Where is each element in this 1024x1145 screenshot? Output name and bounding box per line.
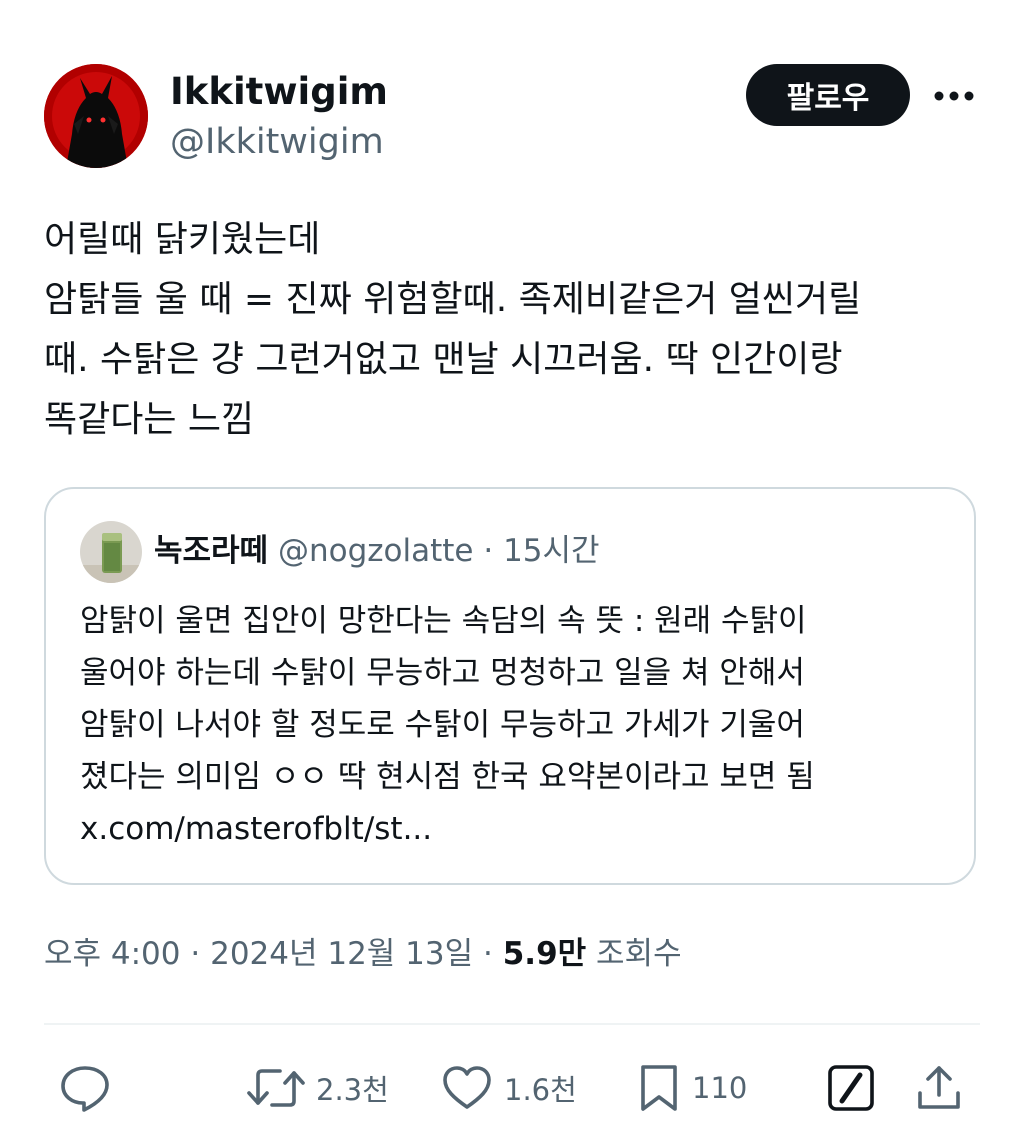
quoted-line: 졌다는 의미임 ㅇㅇ 딱 현시점 한국 요약본이라고 보면 됨 — [80, 759, 815, 795]
share-icon — [918, 1066, 960, 1109]
author-display-name[interactable]: Ikkitwigim — [170, 70, 388, 114]
tweet-line: 똑같다는 느낌 — [44, 399, 255, 440]
meta-separator: · — [483, 936, 493, 972]
views-count: 5.9만 — [502, 936, 587, 972]
retweet-button[interactable]: 2.3천 — [246, 1060, 389, 1116]
more-button[interactable] — [930, 80, 978, 112]
quoted-tweet-card[interactable]: 녹조라떼 @nogzolatte · 15시간 암탉이 울면 집안이 망한다는 … — [44, 487, 976, 885]
like-count: 1.6천 — [504, 1073, 577, 1107]
tweet-date[interactable]: 2024년 12월 13일 — [210, 936, 473, 972]
reply-icon — [61, 1066, 109, 1112]
share-button[interactable] — [914, 1060, 964, 1116]
quoted-separator: · — [483, 533, 494, 569]
avatar-image — [44, 64, 148, 168]
quoted-author-name[interactable]: 녹조라떼 — [154, 533, 268, 569]
author-handle[interactable]: @Ikkitwigim — [170, 120, 384, 164]
tweet-meta: 오후 4:00 · 2024년 12월 13일 · 5.9만 조회수 — [44, 932, 682, 976]
quoted-line: 울어야 하는데 수탉이 무능하고 멍청하고 일을 쳐 안해서 — [80, 655, 805, 691]
follow-button[interactable]: 팔로우 — [746, 64, 910, 126]
tweet-time[interactable]: 오후 4:00 — [44, 936, 181, 972]
quoted-author-handle[interactable]: @nogzolatte — [278, 533, 474, 569]
meta-separator: · — [190, 936, 201, 972]
author-avatar[interactable] — [44, 64, 148, 168]
views-label: 조회수 — [596, 936, 682, 972]
bookmark-count: 110 — [692, 1071, 748, 1105]
retweet-icon — [247, 1069, 305, 1107]
quoted-tweet-header: 녹조라떼 @nogzolatte · 15시간 — [154, 531, 600, 571]
tweet-line: 어릴때 닭키웠는데 — [44, 219, 321, 260]
grok-icon — [828, 1065, 874, 1111]
tweet-text: 어릴때 닭키웠는데 암탉들 울 때 = 진짜 위험할때. 족제비같은거 얼씬거릴… — [44, 210, 984, 450]
bookmark-icon — [641, 1065, 677, 1111]
quoted-line: 암탉이 울면 집안이 망한다는 속담의 속 뜻 : 원래 수탉이 — [80, 603, 807, 639]
reply-button[interactable] — [58, 1060, 112, 1116]
bookmark-button[interactable]: 110 — [636, 1060, 747, 1116]
divider — [44, 1023, 980, 1025]
tweet-line: 암탉들 울 때 = 진짜 위험할때. 족제비같은거 얼씬거릴 — [44, 279, 862, 320]
quoted-link[interactable]: x.com/masterofblt/st... — [80, 803, 960, 855]
quoted-time[interactable]: 15시간 — [503, 533, 600, 569]
quoted-avatar-image — [80, 521, 142, 583]
quoted-tweet-text: 암탉이 울면 집안이 망한다는 속담의 속 뜻 : 원래 수탉이 울어야 하는데… — [80, 595, 960, 855]
tweet-line: 때. 수탉은 걍 그런거없고 맨날 시끄러움. 딱 인간이랑 — [44, 339, 843, 380]
like-button[interactable]: 1.6천 — [440, 1060, 577, 1116]
more-icon — [934, 91, 974, 101]
like-icon — [443, 1066, 491, 1109]
quoted-line: 암탉이 나서야 할 정도로 수탉이 무능하고 가세가 기울어 — [80, 707, 805, 743]
grok-button[interactable] — [826, 1060, 876, 1116]
retweet-count: 2.3천 — [316, 1073, 389, 1107]
quoted-author-avatar[interactable] — [80, 521, 142, 583]
